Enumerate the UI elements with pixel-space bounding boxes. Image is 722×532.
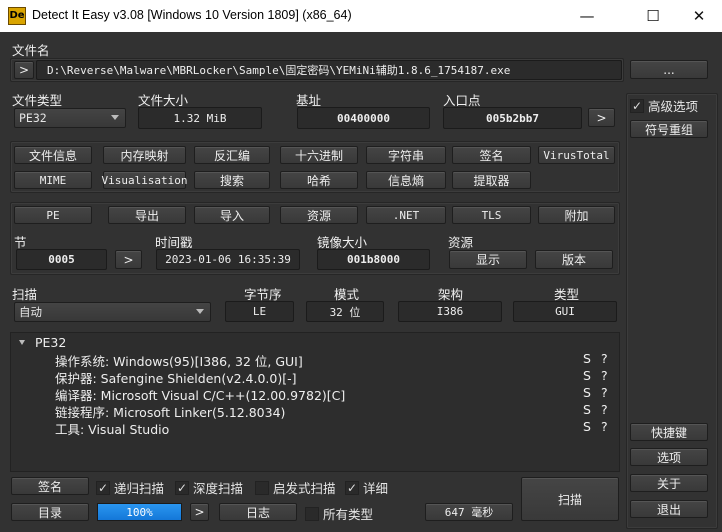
check-icon: ✓ xyxy=(96,480,110,495)
heuristic-scan-label: 启发式扫描 xyxy=(273,481,336,496)
tool2-button-3[interactable]: 哈希 xyxy=(280,171,358,189)
endianness-field: LE xyxy=(225,301,294,322)
log-button[interactable]: 日志 xyxy=(219,503,297,521)
demangle-button[interactable]: 符号重组 xyxy=(630,120,708,138)
exit-button[interactable]: 退出 xyxy=(630,500,708,518)
timestamp-field: 2023-01-06 16:35:39 xyxy=(156,249,300,270)
section-count-field: 0005 xyxy=(16,249,107,270)
file-type-select[interactable]: PE32 xyxy=(14,108,126,128)
tool-button-0[interactable]: 文件信息 xyxy=(14,146,92,164)
checkbox-empty-icon xyxy=(305,506,319,521)
chevron-down-icon xyxy=(111,115,119,120)
pe-button-1[interactable]: 导出 xyxy=(108,206,186,224)
pe-button-5[interactable]: TLS xyxy=(452,206,531,224)
deep-scan-label: 深度扫描 xyxy=(193,481,244,496)
verbose-checkbox[interactable]: ✓ 详细 xyxy=(345,478,388,497)
tool-button-4[interactable]: 字符串 xyxy=(366,146,446,164)
options-button[interactable]: 选项 xyxy=(630,448,708,466)
result-info-link[interactable]: ? xyxy=(601,402,608,417)
pe-button-6[interactable]: 附加 xyxy=(538,206,615,224)
browse-button[interactable]: ... xyxy=(630,60,708,79)
progress-next-button[interactable]: > xyxy=(190,503,209,521)
tool-button-6[interactable]: VirusTotal xyxy=(538,146,615,164)
directory-button[interactable]: 目录 xyxy=(11,503,89,521)
result-info-link[interactable]: ? xyxy=(601,368,608,383)
progress-text: 100% xyxy=(126,505,153,519)
result-signature-link[interactable]: S xyxy=(583,419,591,434)
deep-scan-checkbox[interactable]: ✓ 深度扫描 xyxy=(175,478,243,497)
type-field: GUI xyxy=(513,301,617,322)
tool2-button-0[interactable]: MIME xyxy=(14,171,92,189)
pe-button-3[interactable]: 资源 xyxy=(280,206,358,224)
signatures-button[interactable]: 签名 xyxy=(11,477,89,495)
scan-time-display: 647 毫秒 xyxy=(425,503,513,521)
pe-button-0[interactable]: PE xyxy=(14,206,92,224)
tool-button-3[interactable]: 十六进制 xyxy=(280,146,358,164)
pe-button-4[interactable]: .NET xyxy=(366,206,446,224)
chevron-down-icon xyxy=(196,309,204,314)
app-logo-icon: De xyxy=(8,7,26,25)
recursive-scan-label: 递归扫描 xyxy=(114,481,165,496)
result-signature-link[interactable]: S xyxy=(583,402,591,417)
results-tree[interactable]: PE32 操作系统: Windows(95)[I386, 32 位, GUI] S… xyxy=(10,332,620,472)
maximize-button[interactable]: ☐ xyxy=(638,4,668,28)
tool2-button-4[interactable]: 信息熵 xyxy=(366,171,446,189)
result-info-link[interactable]: ? xyxy=(601,419,608,434)
base-address-field: 00400000 xyxy=(297,107,430,129)
image-size-field: 001b8000 xyxy=(317,249,430,270)
close-button[interactable]: ✕ xyxy=(684,4,714,28)
progress-bar: 100% xyxy=(97,503,182,521)
scan-label: 扫描 xyxy=(12,287,38,302)
scan-mode-value: 自动 xyxy=(19,305,42,319)
result-signature-link[interactable]: S xyxy=(583,351,591,366)
collapse-arrow-icon[interactable] xyxy=(19,340,25,345)
tool2-button-2[interactable]: 搜索 xyxy=(194,171,270,189)
shortcuts-button[interactable]: 快捷键 xyxy=(630,423,708,441)
file-expand-button[interactable]: > xyxy=(14,61,34,79)
check-icon: ✓ xyxy=(630,98,644,113)
checkbox-empty-icon xyxy=(255,480,269,495)
tool-button-1[interactable]: 内存映射 xyxy=(103,146,186,164)
file-type-label: 文件类型 xyxy=(12,93,63,108)
check-icon: ✓ xyxy=(175,480,189,495)
tool-button-2[interactable]: 反汇编 xyxy=(194,146,270,164)
resources-version-button[interactable]: 版本 xyxy=(535,250,613,269)
result-item-text: 工具: Visual Studio xyxy=(55,422,170,437)
verbose-label: 详细 xyxy=(363,481,389,496)
scan-mode-select[interactable]: 自动 xyxy=(14,302,211,322)
result-info-link[interactable]: ? xyxy=(601,385,608,400)
file-name-label: 文件名 xyxy=(12,43,50,58)
scan-button[interactable]: 扫描 xyxy=(521,477,619,521)
result-info-link[interactable]: ? xyxy=(601,351,608,366)
file-type-value: PE32 xyxy=(19,111,47,125)
all-types-label: 所有类型 xyxy=(323,507,374,522)
sections-button[interactable]: > xyxy=(115,250,142,269)
entry-point-button[interactable]: > xyxy=(588,108,615,127)
result-signature-link[interactable]: S xyxy=(583,368,591,383)
architecture-field: I386 xyxy=(398,301,502,322)
heuristic-scan-checkbox[interactable]: 启发式扫描 xyxy=(255,478,336,497)
title-bar: De Detect It Easy v3.08 [Windows 10 Vers… xyxy=(0,0,722,32)
about-button[interactable]: 关于 xyxy=(630,474,708,492)
recursive-scan-checkbox[interactable]: ✓ 递归扫描 xyxy=(96,478,164,497)
window-title: Detect It Easy v3.08 [Windows 10 Version… xyxy=(32,8,352,22)
pe-button-2[interactable]: 导入 xyxy=(194,206,270,224)
file-path-input[interactable]: D:\Reverse\Malware\MBRLocker\Sample\固定密码… xyxy=(36,60,622,80)
advanced-options-label: 高级选项 xyxy=(648,99,699,114)
tree-root-pe32[interactable]: PE32 xyxy=(35,335,66,350)
resources-label: 资源 xyxy=(448,235,474,250)
all-types-checkbox[interactable]: 所有类型 xyxy=(305,504,373,523)
tool2-button-1[interactable]: Visualisation xyxy=(101,171,188,189)
file-size-field: 1.32 MiB xyxy=(138,107,262,129)
minimize-button[interactable]: — xyxy=(572,4,602,28)
check-icon: ✓ xyxy=(345,480,359,495)
tool2-button-5[interactable]: 提取器 xyxy=(452,171,531,189)
tool-button-5[interactable]: 签名 xyxy=(452,146,531,164)
mode-field: 32 位 xyxy=(306,301,384,322)
resources-show-button[interactable]: 显示 xyxy=(449,250,527,269)
advanced-options-checkbox[interactable]: ✓ 高级选项 xyxy=(630,96,698,115)
result-signature-link[interactable]: S xyxy=(583,385,591,400)
entry-point-field: 005b2bb7 xyxy=(443,107,582,129)
